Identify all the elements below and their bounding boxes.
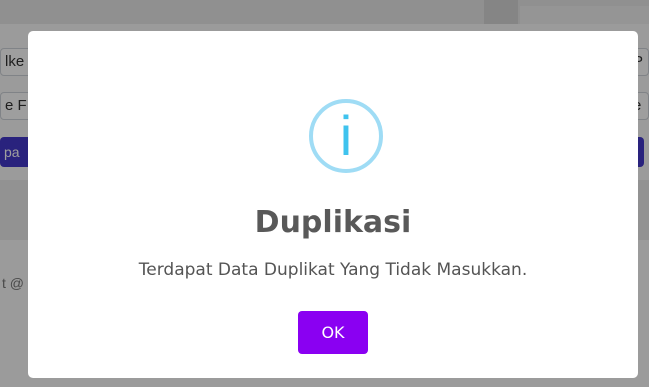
info-icon: i: [309, 99, 383, 173]
dialog-title: Duplikasi: [254, 205, 412, 240]
alert-dialog: i Duplikasi Terdapat Data Duplikat Yang …: [28, 31, 638, 378]
info-icon-glyph: i: [339, 104, 353, 167]
dialog-message: Terdapat Data Duplikat Yang Tidak Masukk…: [138, 260, 528, 280]
ok-button[interactable]: OK: [298, 311, 368, 354]
